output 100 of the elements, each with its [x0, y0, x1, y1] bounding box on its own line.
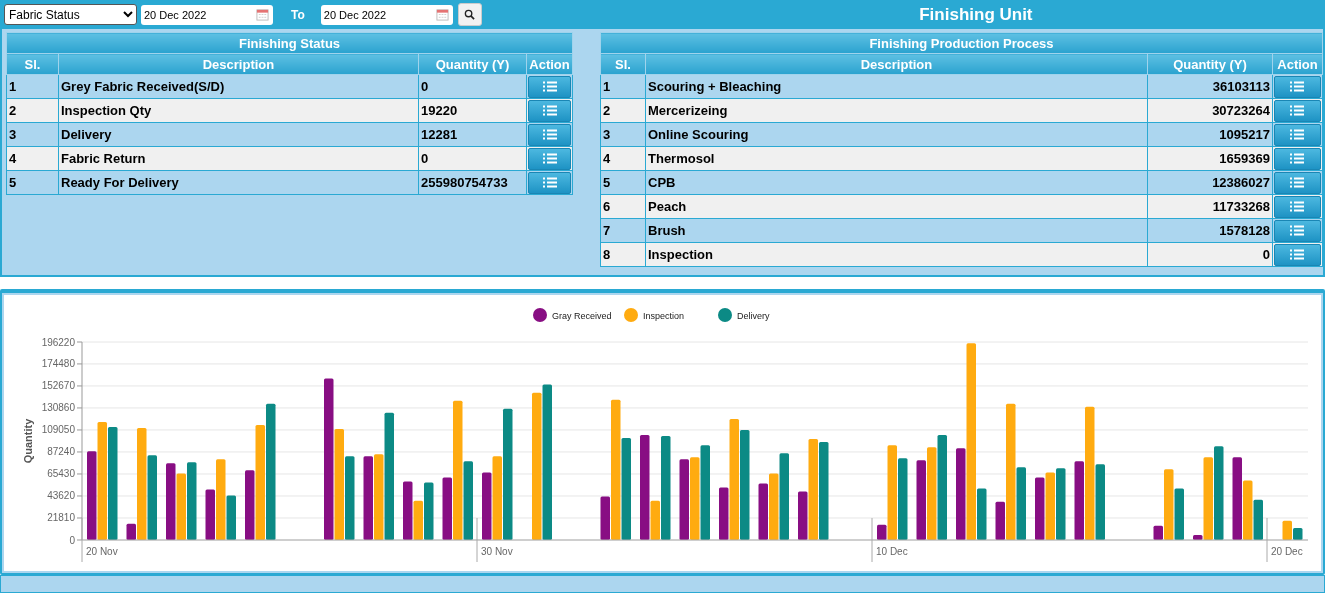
table-cell: 0 — [418, 146, 527, 171]
legend-label: Gray Received — [552, 310, 612, 321]
bar — [769, 473, 779, 540]
action-button[interactable] — [1274, 123, 1321, 146]
table-cell: 1659369 — [1147, 146, 1273, 171]
table-cell: 0 — [1147, 242, 1273, 267]
list-icon — [1290, 153, 1305, 164]
table-title: Finishing Production Process — [600, 32, 1323, 54]
table-cell: 3 — [600, 122, 646, 147]
table-title: Finishing Status — [6, 32, 573, 54]
bar — [1056, 468, 1066, 540]
action-button[interactable] — [528, 99, 571, 122]
table-cell: 8 — [600, 242, 646, 267]
column-header: Sl. — [600, 53, 646, 75]
axis-tick-label: 109050 — [41, 424, 75, 436]
calendar-icon[interactable] — [435, 7, 449, 21]
axis-tick-label: 43620 — [47, 490, 75, 502]
table-cell: 12386027 — [1147, 170, 1273, 195]
table-cell: Peach — [645, 194, 1148, 219]
table-cell: 255980754733 — [418, 170, 527, 195]
table-cell: Scouring + Bleaching — [645, 74, 1148, 99]
legend-label: Inspection — [643, 310, 685, 321]
table-cell: 12281 — [418, 122, 527, 147]
search-icon — [464, 9, 476, 20]
table-cell: 1 — [6, 74, 59, 99]
axis-tick-label: 10 Dec — [876, 546, 908, 557]
report-select[interactable]: Fabric Status — [4, 4, 137, 25]
list-icon — [1290, 249, 1305, 260]
table-cell: Mercerizeing — [645, 98, 1148, 123]
action-button[interactable] — [1274, 147, 1321, 170]
action-button[interactable] — [528, 75, 571, 98]
bar — [1174, 488, 1184, 540]
axis-tick-label: 65430 — [47, 468, 75, 480]
column-header: Description — [645, 53, 1148, 75]
table-cell: 4 — [600, 146, 646, 171]
axis-tick-label: 20 Nov — [86, 546, 118, 557]
table-cell: CPB — [645, 170, 1148, 195]
list-icon — [1290, 201, 1305, 212]
axis-tick-label: 130860 — [41, 402, 75, 414]
column-header: Sl. — [6, 53, 59, 75]
list-icon — [542, 153, 557, 164]
bar — [482, 472, 492, 540]
action-button[interactable] — [1274, 219, 1321, 242]
action-button[interactable] — [528, 147, 571, 170]
axis-tick-label: 152670 — [41, 380, 75, 392]
table-cell: Delivery — [58, 122, 419, 147]
action-button[interactable] — [1274, 243, 1321, 266]
legend-item[interactable]: Gray Received — [533, 308, 612, 322]
list-icon — [542, 81, 557, 92]
table-cell: Fabric Return — [58, 146, 419, 171]
list-icon — [542, 129, 557, 140]
legend-item[interactable]: Inspection — [624, 308, 685, 322]
list-icon — [542, 177, 557, 188]
bar — [176, 473, 186, 540]
action-button[interactable] — [528, 171, 571, 194]
date-field[interactable]: 20 Dec 2022 — [141, 4, 273, 25]
table-cell: 19220 — [418, 98, 527, 123]
axis-tick-label: 87240 — [47, 446, 75, 458]
list-icon — [1290, 105, 1305, 116]
legend-label: Delivery — [737, 310, 770, 321]
bar — [758, 483, 768, 540]
axis-tick-label: 0 — [69, 534, 75, 546]
table-cell: 2 — [600, 98, 646, 123]
list-icon — [1290, 177, 1305, 188]
axis-tick-label: 196220 — [41, 336, 75, 348]
action-button[interactable] — [528, 123, 571, 146]
table-cell: 30723264 — [1147, 98, 1273, 123]
table-cell: Ready For Delivery — [58, 170, 419, 195]
table-cell: 1578128 — [1147, 218, 1273, 243]
list-icon — [542, 105, 557, 116]
action-button[interactable] — [1274, 171, 1321, 194]
calendar-icon[interactable] — [256, 7, 269, 21]
list-icon — [1290, 225, 1305, 236]
page-title: Finishing Unit — [918, 4, 1034, 25]
table-cell: Online Scouring — [645, 122, 1148, 147]
table-cell: 1095217 — [1147, 122, 1273, 147]
table-cell: Thermosol — [645, 146, 1148, 171]
table-cell: 5 — [6, 170, 59, 195]
legend-item[interactable]: Delivery — [718, 308, 770, 322]
action-button[interactable] — [1274, 75, 1321, 98]
date-field[interactable]: 20 Dec 2022 — [320, 4, 453, 25]
table-cell: 6 — [600, 194, 646, 219]
table-cell: 1 — [600, 74, 646, 99]
column-header: Description — [58, 53, 419, 75]
to-label: To — [291, 7, 305, 22]
search-button[interactable] — [457, 3, 482, 26]
table-cell: 7 — [600, 218, 646, 243]
list-icon — [1290, 129, 1305, 140]
table-cell: 2 — [6, 98, 59, 123]
table-cell: 4 — [6, 146, 59, 171]
action-button[interactable] — [1274, 195, 1321, 218]
axis-tick-label: 20 Dec — [1271, 546, 1303, 557]
table-cell: Inspection Qty — [58, 98, 419, 123]
table-cell: 11733268 — [1147, 194, 1273, 219]
bar — [1045, 472, 1055, 540]
table-cell: Grey Fabric Received(S/D) — [58, 74, 419, 99]
axis-tick-label: 21810 — [47, 512, 75, 524]
table-cell: 3 — [6, 122, 59, 147]
table-cell: Inspection — [645, 242, 1148, 267]
action-button[interactable] — [1274, 99, 1321, 122]
